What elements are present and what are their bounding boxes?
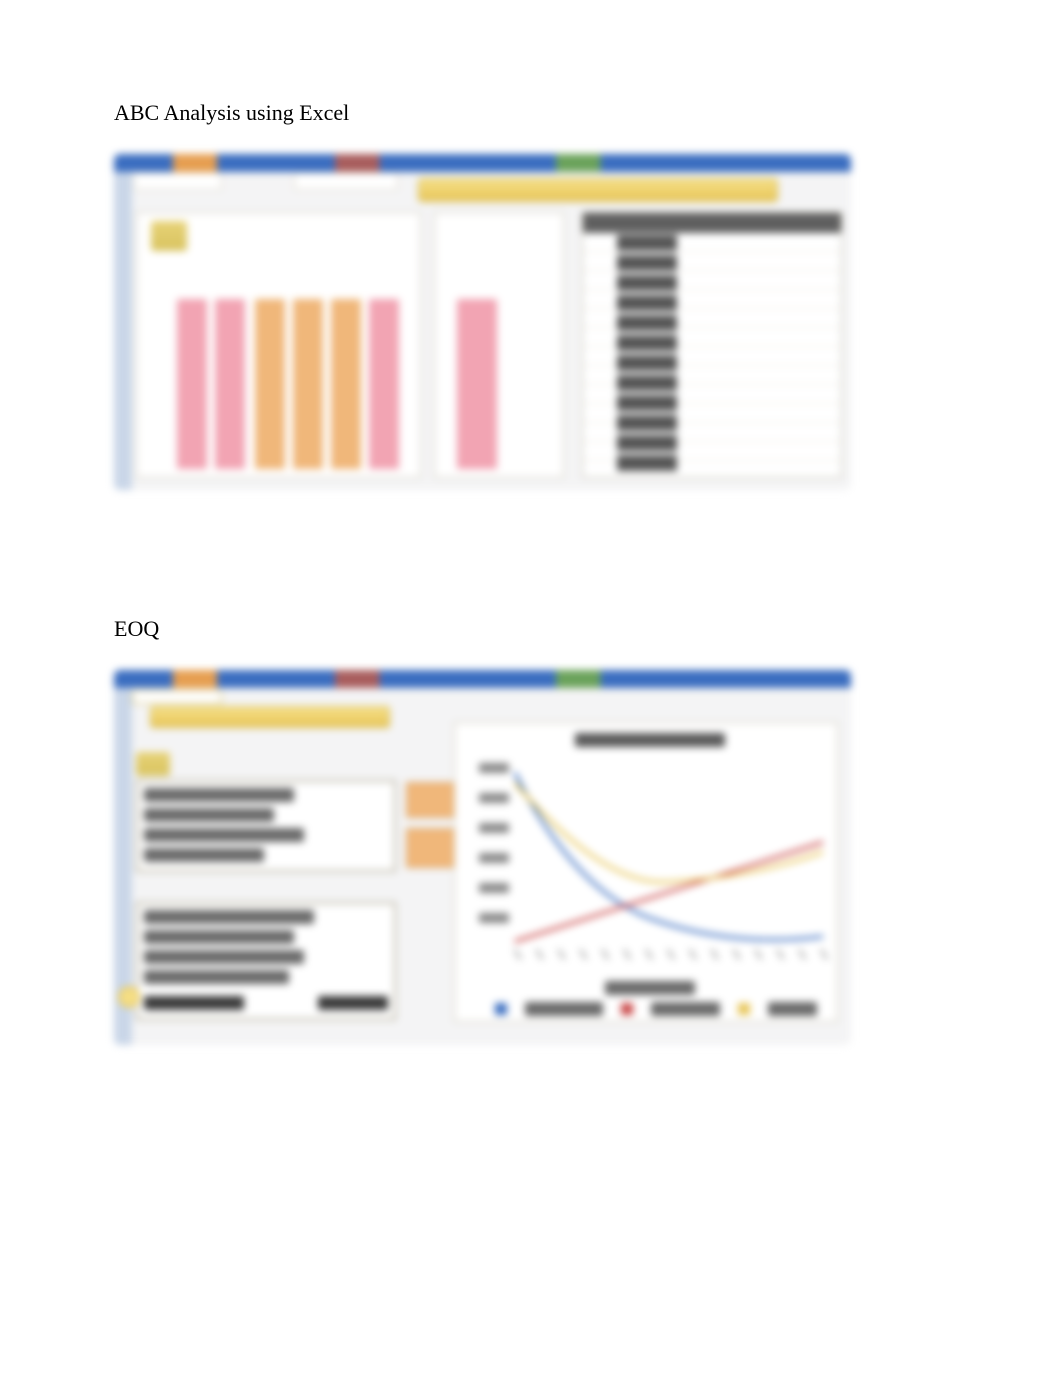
col-classA-2 [215, 299, 245, 469]
tab-worksheet[interactable] [134, 172, 222, 190]
legend-swatch-ordering [495, 1003, 507, 1015]
chart-legend [495, 1001, 817, 1017]
col-classA-3 [369, 299, 399, 469]
eoq-output-total-value [318, 996, 388, 1010]
legend-label-holding [651, 1002, 720, 1016]
legend-swatch-holding [621, 1003, 633, 1015]
eoq-optimal-marker-icon [118, 986, 140, 1008]
eoq-input-card [136, 780, 396, 872]
eoq-output-row-3 [144, 970, 289, 984]
excel-ribbon [114, 154, 851, 172]
eoq-input-row-2 [144, 828, 304, 842]
mid-col [457, 299, 497, 469]
chart-xlabel [605, 981, 695, 995]
eoq-chart [454, 722, 838, 1022]
col-classA-1 [177, 299, 207, 469]
eoq-output-row-0 [144, 910, 314, 924]
eoq-input-row-0 [144, 788, 294, 802]
legend-label-ordering [525, 1002, 604, 1016]
tab-abc-analysis[interactable] [294, 172, 398, 190]
eoq-data-badge [136, 752, 170, 776]
col-classB-3 [331, 299, 361, 469]
excel-ribbon-2 [114, 670, 851, 688]
eoq-input-row-3 [144, 848, 264, 862]
eoq-output-row-2 [144, 950, 304, 964]
figure-eoq [114, 670, 851, 1045]
row-gutter [114, 172, 132, 490]
figure-abc-analysis [114, 154, 851, 490]
col-classB-1 [255, 299, 285, 469]
eoq-title-bar [150, 706, 390, 728]
col-classB-2 [293, 299, 323, 469]
heading-eoq: EOQ [114, 616, 948, 642]
eoq-tab[interactable] [132, 690, 222, 704]
data-badge [151, 221, 187, 251]
title-highlight [418, 178, 778, 202]
eoq-output-card [136, 902, 396, 1020]
abc-results-table [582, 212, 842, 478]
abc-results-key-col [617, 235, 677, 473]
eoq-output-row-1 [144, 930, 294, 944]
eoq-output-total-label [144, 996, 244, 1010]
legend-label-total [768, 1002, 817, 1016]
abc-input-card [136, 212, 421, 478]
abc-mid-card [434, 212, 564, 478]
heading-abc: ABC Analysis using Excel [114, 100, 948, 126]
legend-swatch-total [738, 1003, 750, 1015]
abc-results-header [583, 213, 841, 233]
eoq-input-row-1 [144, 808, 274, 822]
eoq-xticks [455, 723, 837, 1021]
